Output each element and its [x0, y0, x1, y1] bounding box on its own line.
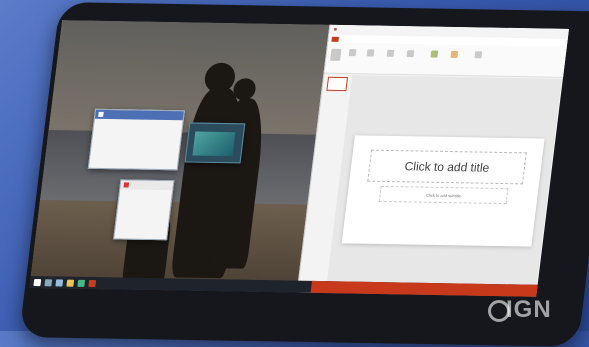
desktop-window-1[interactable]	[87, 108, 185, 171]
powerpoint-icon: ■	[333, 26, 338, 33]
desktop-window-3[interactable]	[184, 122, 246, 164]
app-icon	[123, 182, 130, 188]
store-icon[interactable]	[77, 279, 86, 287]
shapes-icon[interactable]	[430, 50, 439, 58]
tab-design[interactable]	[361, 37, 364, 42]
editing-icon[interactable]	[474, 51, 483, 59]
font-icon[interactable]	[366, 49, 375, 57]
tab-insert[interactable]	[353, 37, 356, 42]
subtitle-placeholder[interactable]: Click to add subtitle	[378, 185, 509, 205]
tab-animations[interactable]	[377, 37, 380, 42]
window-titlebar[interactable]	[120, 180, 174, 191]
slide[interactable]: Click to add title Click to add subtitle	[341, 135, 545, 247]
app-icon	[98, 111, 104, 117]
paragraph-icon[interactable]	[406, 50, 415, 58]
search-icon[interactable]	[44, 278, 53, 286]
tab-transitions[interactable]	[369, 37, 372, 42]
desktop-window-2[interactable]	[113, 179, 175, 241]
tablet-screen: ■ Click to add title Click to add subtit…	[29, 20, 569, 297]
paste-icon[interactable]	[330, 48, 342, 61]
title-placeholder[interactable]: Click to add title	[367, 149, 527, 185]
powerpoint-icon[interactable]	[88, 279, 97, 287]
window-content-image	[192, 131, 236, 157]
slide-canvas: Click to add title Click to add subtitle	[326, 75, 562, 289]
tab-file[interactable]	[331, 36, 340, 42]
bold-icon[interactable]	[386, 49, 395, 57]
slide-thumbnail[interactable]	[326, 76, 349, 92]
task-view-icon[interactable]	[55, 278, 64, 287]
start-icon[interactable]	[33, 278, 42, 286]
arrange-icon[interactable]	[450, 50, 459, 58]
powerpoint-window[interactable]: ■ Click to add title Click to add subtit…	[296, 24, 569, 297]
new-slide-icon[interactable]	[348, 49, 357, 57]
window-titlebar[interactable]	[94, 109, 184, 121]
tab-home[interactable]	[345, 36, 348, 41]
ppt-ribbon	[324, 42, 568, 78]
child-head	[232, 78, 257, 101]
ign-watermark: IGN	[506, 296, 552, 323]
explorer-icon[interactable]	[66, 279, 75, 287]
